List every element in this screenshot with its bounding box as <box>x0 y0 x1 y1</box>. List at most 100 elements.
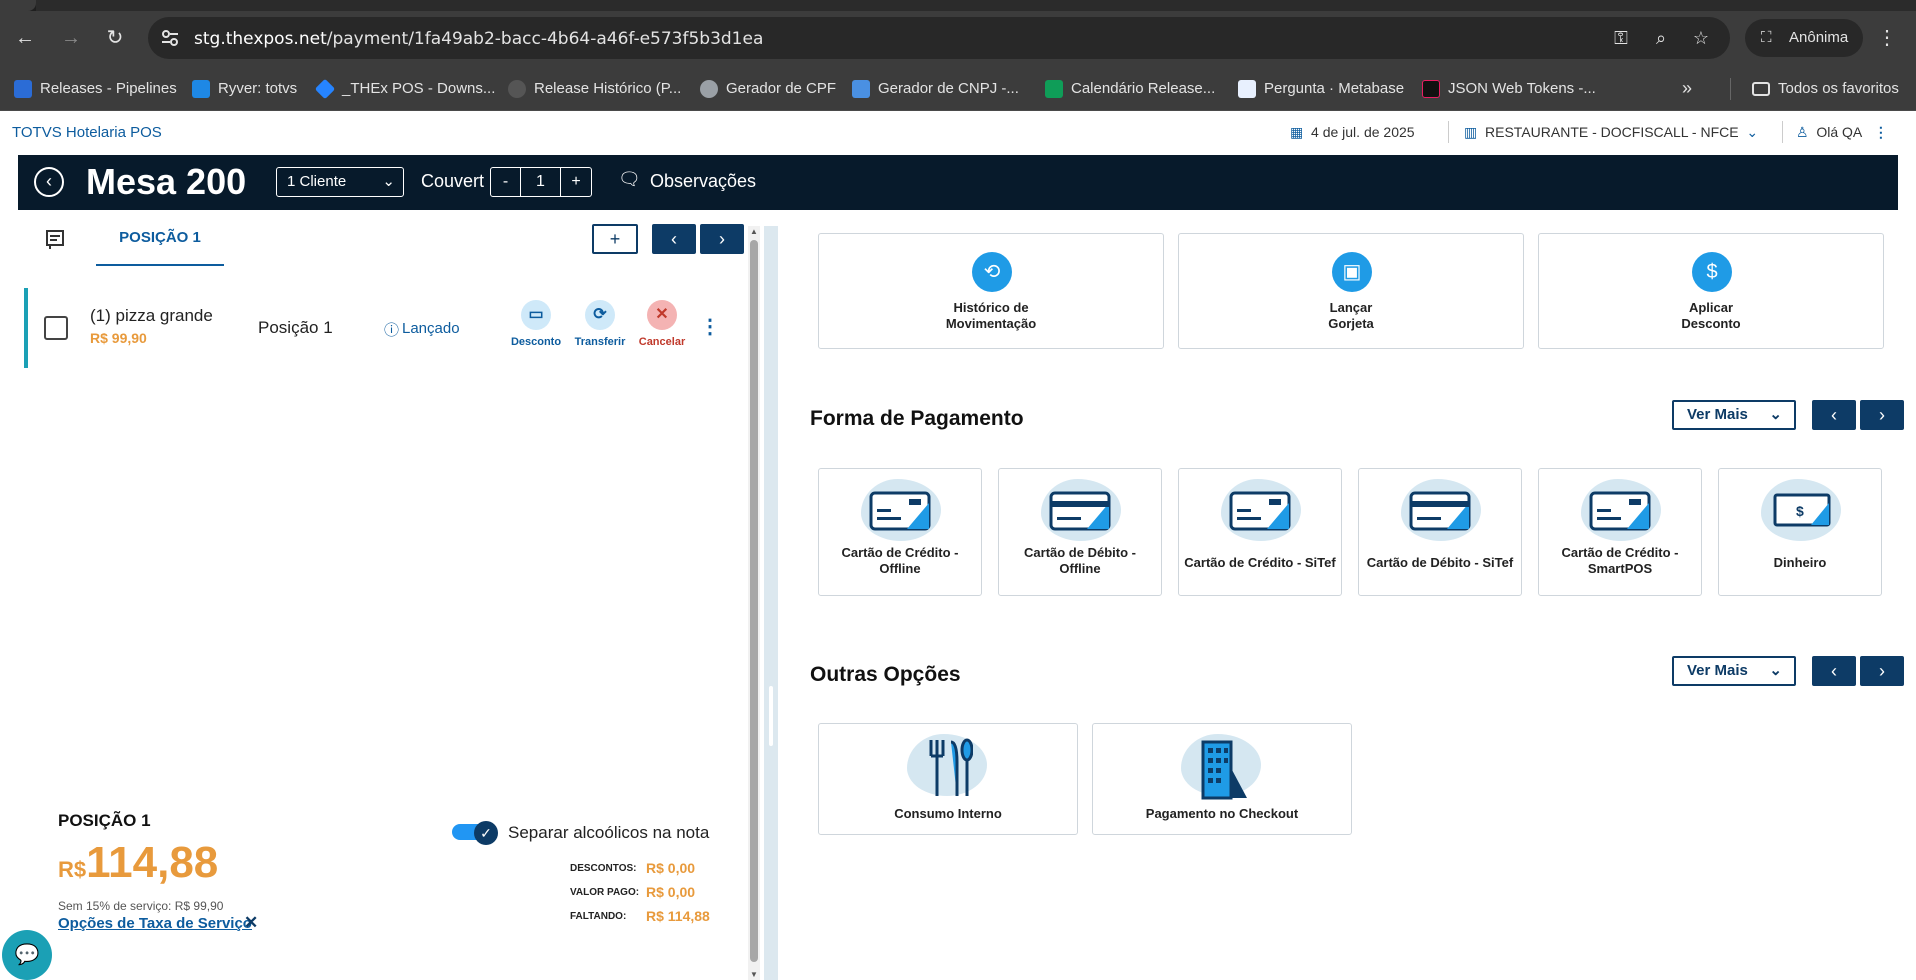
debit-card-icon <box>1049 491 1111 531</box>
payment-ver-mais-button[interactable]: Ver Mais ⌄ <box>1672 400 1796 430</box>
others-prev-button[interactable]: ‹ <box>1812 656 1856 686</box>
credit-card-icon <box>869 491 931 531</box>
brand-title[interactable]: TOTVS Hotelaria POS <box>12 124 162 141</box>
prev-position-button[interactable]: ‹ <box>652 224 696 254</box>
notes-icon[interactable] <box>44 228 66 250</box>
user-menu[interactable]: ♙ Olá QA ⋮ <box>1796 124 1888 141</box>
back-icon[interactable]: ‹ <box>34 167 64 197</box>
bookmarks-divider <box>1730 78 1731 100</box>
back-arrow-icon[interactable]: ← <box>10 23 40 53</box>
site-settings-icon[interactable] <box>160 28 180 48</box>
scroll-thumb[interactable] <box>750 240 758 962</box>
history-card[interactable]: ⟲ Histórico de Movimentação <box>818 233 1164 349</box>
item-more-icon[interactable]: ⋮ <box>700 314 720 339</box>
building-icon: ▥ <box>1464 124 1478 140</box>
item-name: (1) pizza grande <box>90 306 213 325</box>
chevron-down-icon: ⌄ <box>1746 124 1759 140</box>
payment-method-card[interactable]: Cartão de Débito - SiTef <box>1358 468 1522 596</box>
next-position-button[interactable]: › <box>700 224 744 254</box>
tip-card[interactable]: ▣ Lançar Gorjeta <box>1178 233 1524 349</box>
checkout-payment-card[interactable]: Pagamento no Checkout <box>1092 723 1352 835</box>
transfer-action-button[interactable]: ⟳ Transferir <box>570 300 630 348</box>
payment-method-card[interactable]: $ Dinheiro <box>1718 468 1882 596</box>
url-text[interactable]: stg.thexpos.net/payment/1fa49ab2-bacc-4b… <box>194 29 763 49</box>
service-options-link[interactable]: Opções de Taxa de Serviço <box>58 915 252 932</box>
position-tabs: POSIÇÃO 1 + ‹ › <box>18 210 748 268</box>
payment-section-title: Forma de Pagamento <box>810 407 1024 430</box>
history-label: Histórico de Movimentação <box>945 300 1037 331</box>
folder-icon <box>1752 82 1770 96</box>
bookmark-item[interactable]: Pergunta · Metabase <box>1236 66 1404 111</box>
internal-consumption-card[interactable]: Consumo Interno <box>818 723 1078 835</box>
tab-position-1[interactable]: POSIÇÃO 1 <box>96 210 224 266</box>
payment-method-label: Cartão de Débito - SiTef <box>1366 555 1514 570</box>
alcohol-toggle[interactable]: ✓ <box>452 821 498 845</box>
couvert-label: Couvert <box>421 171 485 191</box>
ticket-icon: ▭ <box>521 300 551 330</box>
svg-text:$: $ <box>1796 503 1804 519</box>
transfer-icon: ⟳ <box>585 300 615 330</box>
internal-consumption-label: Consumo Interno <box>894 806 1002 821</box>
all-bookmarks-folder[interactable]: Todos os favoritos <box>1750 66 1899 111</box>
others-ver-mais-button[interactable]: Ver Mais ⌄ <box>1672 656 1796 686</box>
date-display[interactable]: ▦ 4 de jul. de 2025 <box>1290 124 1415 141</box>
bookmark-item[interactable]: _THEx POS - Downs... <box>314 66 495 111</box>
comment-icon: 🗨 <box>618 169 641 189</box>
zoom-icon[interactable]: ⌕ <box>1650 27 1672 49</box>
item-checkbox[interactable] <box>44 316 68 340</box>
discount-action-button[interactable]: ▭ Desconto <box>506 300 566 348</box>
bookmark-item[interactable]: Releases - Pipelines <box>12 66 177 111</box>
observations-button[interactable]: 🗨 Observações <box>618 169 756 192</box>
scroll-down-icon[interactable]: ▼ <box>750 970 758 979</box>
couvert-minus-button[interactable]: - <box>491 168 521 196</box>
client-count-select[interactable]: 1 Cliente ⌄ <box>276 167 404 197</box>
jira-icon <box>314 78 336 100</box>
checkout-payment-label: Pagamento no Checkout <box>1145 806 1299 821</box>
active-tab[interactable] <box>0 0 36 11</box>
cancel-action-button[interactable]: ✕ Cancelar <box>632 300 692 348</box>
payment-prev-button[interactable]: ‹ <box>1812 400 1856 430</box>
address-bar[interactable]: stg.thexpos.net/payment/1fa49ab2-bacc-4b… <box>148 17 1730 59</box>
table-title: Mesa 200 <box>86 161 247 202</box>
store-selector[interactable]: ▥ RESTAURANTE - DOCFISCALL - NFCE ⌄ <box>1464 124 1758 141</box>
payment-method-card[interactable]: Cartão de Crédito - SmartPOS <box>1538 468 1702 596</box>
others-next-button[interactable]: › <box>1860 656 1904 686</box>
service-close-icon[interactable]: ✕ <box>244 913 258 933</box>
other-options-title: Outras Opções <box>810 663 961 686</box>
bookmark-item[interactable]: Ryver: totvs <box>190 66 297 111</box>
bookmark-item[interactable]: Gerador de CNPJ -... <box>850 66 1019 111</box>
scroll-up-icon[interactable]: ▲ <box>750 227 758 236</box>
add-position-button[interactable]: + <box>592 224 638 254</box>
incognito-profile-button[interactable]: ⛶ Anônima <box>1745 19 1863 57</box>
header-divider <box>1448 121 1449 143</box>
splitter-grip[interactable] <box>769 686 773 746</box>
left-scrollbar[interactable]: ▲ ▼ <box>748 226 760 980</box>
bookmark-item[interactable]: JSON Web Tokens -... <box>1420 66 1596 111</box>
discount-card[interactable]: $ Aplicar Desconto <box>1538 233 1884 349</box>
bookmark-item[interactable]: Calendário Release... <box>1043 66 1215 111</box>
payment-method-card[interactable]: Cartão de Crédito - SiTef <box>1178 468 1342 596</box>
payment-method-card[interactable]: Cartão de Crédito - Offline <box>818 468 982 596</box>
couvert-value[interactable]: 1 <box>521 168 561 196</box>
kebab-menu-icon[interactable]: ⋮ <box>1874 124 1888 140</box>
browser-menu-icon[interactable]: ⋮ <box>1872 23 1902 53</box>
key-icon[interactable]: ⚿ <box>1610 27 1632 49</box>
bookmark-item[interactable]: Release Histórico (P... <box>506 66 681 111</box>
bookmark-item[interactable]: Gerador de CPF <box>698 66 836 111</box>
star-icon[interactable]: ☆ <box>1690 27 1712 49</box>
chat-icon[interactable]: 💬 <box>2 930 52 980</box>
panel-splitter[interactable] <box>764 226 778 980</box>
calendar-icon: ▦ <box>1290 124 1304 140</box>
payment-next-button[interactable]: › <box>1860 400 1904 430</box>
globe-icon <box>700 80 718 98</box>
couvert-plus-button[interactable]: + <box>561 168 591 196</box>
couvert-stepper[interactable]: - 1 + <box>490 167 592 197</box>
browser-tabstrip <box>0 0 1916 11</box>
forward-arrow-icon[interactable]: → <box>56 23 86 53</box>
payment-method-card[interactable]: Cartão de Débito - Offline <box>998 468 1162 596</box>
payment-method-label: Cartão de Crédito - Offline <box>841 545 959 576</box>
more-bookmarks-icon[interactable]: » <box>1682 66 1692 111</box>
payment-method-label: Cartão de Débito - Offline <box>1024 545 1136 576</box>
item-status: ⓘ Lançado <box>384 320 460 339</box>
reload-icon[interactable]: ↻ <box>100 23 130 53</box>
